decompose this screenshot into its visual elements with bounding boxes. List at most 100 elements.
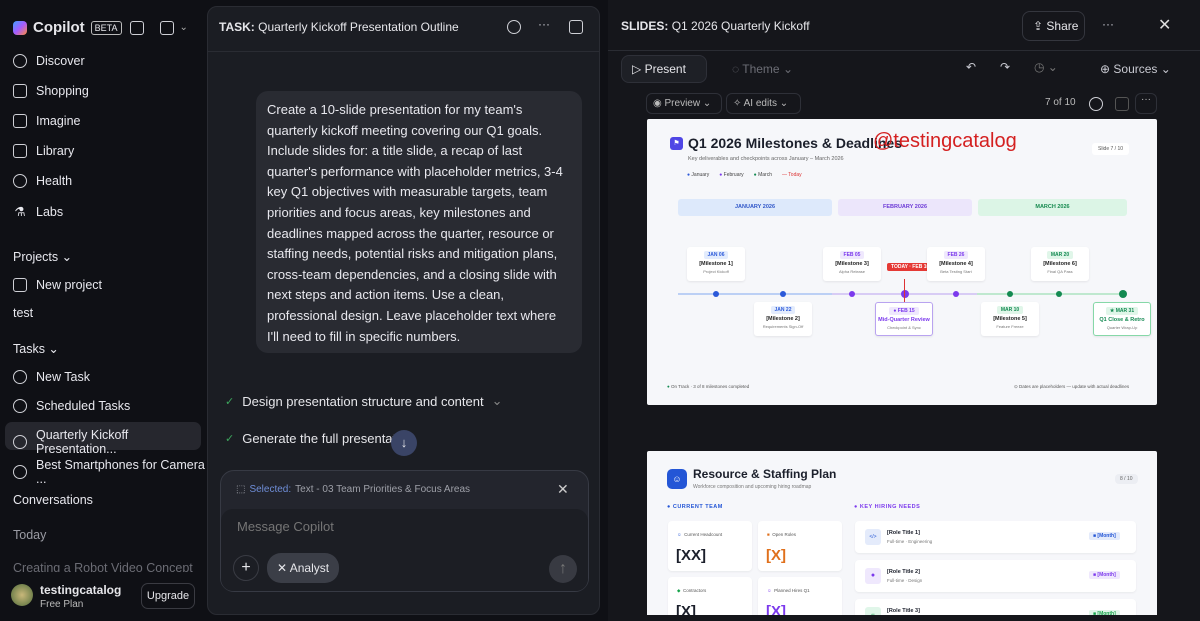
milestone-date: FEB 05 — [840, 251, 865, 259]
milestone-desc: Beta Testing Start — [927, 269, 985, 274]
slide-7[interactable]: ⚑ Q1 2026 Milestones & Deadlines @testin… — [647, 119, 1157, 405]
month-header-january: JANUARY 2026 — [678, 199, 832, 216]
watermark: @testingcatalog — [873, 130, 1017, 153]
legend-today: — Today — [782, 172, 802, 178]
role-month: ■ [Month] — [1089, 532, 1120, 540]
milestone-date: ★ MAR 31 — [1106, 307, 1138, 315]
close-icon[interactable]: ✕ — [1158, 15, 1171, 35]
message-area: + ✕ Analyst ↑ — [221, 509, 588, 591]
heart-icon — [13, 174, 27, 188]
nav-shopping[interactable]: Shopping — [13, 84, 89, 98]
theme-button[interactable]: ◌ Theme ⌄ — [732, 62, 793, 76]
milestone-desc: Quarter Wrap-Up — [1094, 325, 1150, 330]
stat-card: ☺ Current Headcount[XX] — [668, 521, 752, 571]
stat-label: Contractors — [683, 588, 706, 593]
nav-discover[interactable]: Discover — [13, 54, 85, 68]
undo-icon[interactable]: ↶ — [966, 60, 976, 74]
nav-label: Library — [36, 144, 74, 158]
milestone-date: MAR 20 — [1047, 251, 1073, 259]
milestone-card-highlight[interactable]: ★ MAR 31Q1 Close & RetroQuarter Wrap-Up — [1093, 302, 1151, 336]
slide-badge: 8 / 10 — [1115, 474, 1138, 484]
message-input[interactable] — [237, 519, 567, 534]
milestone-date: MAR 10 — [997, 306, 1023, 314]
notes-icon[interactable] — [1115, 97, 1129, 111]
share-button[interactable]: ⇪ Share — [1022, 11, 1085, 41]
role-sub: Full-time · Engineering — [887, 539, 932, 544]
new-task-button[interactable]: New Task — [13, 370, 90, 384]
send-button[interactable]: ↑ — [549, 555, 577, 583]
task-item[interactable]: Quarterly Kickoff Presentation... — [13, 428, 206, 456]
share-label: Share — [1046, 19, 1078, 33]
sources-button[interactable]: ⊕ Sources ⌄ — [1100, 62, 1171, 76]
flag-icon: ⚑ — [670, 137, 683, 150]
add-button[interactable]: + — [233, 555, 259, 581]
role-card: </>[Role Title 1]Full-time · Engineering… — [855, 521, 1136, 553]
milestone-card[interactable]: FEB 05[Milestone 3]Alpha Release — [823, 247, 881, 281]
new-project-button[interactable]: New project — [13, 278, 102, 292]
nav-health[interactable]: Health — [13, 174, 72, 188]
task-title-text: Quarterly Kickoff Presentation Outline — [258, 20, 459, 34]
milestone-desc: Alpha Release — [823, 269, 881, 274]
milestone-card[interactable]: FEB 26[Milestone 4]Beta Testing Start — [927, 247, 985, 281]
nav-label: Imagine — [36, 114, 80, 128]
milestone-card-highlight[interactable]: ● FEB 15Mid-Quarter ReviewCheckpoint & S… — [875, 302, 933, 336]
nav-library[interactable]: Library — [13, 144, 74, 158]
milestone-card[interactable]: JAN 22[Milestone 2]Requirements Sign-Off — [754, 302, 812, 336]
user-prompt: Create a 10-slide presentation for my te… — [256, 91, 582, 353]
new-chat-icon[interactable] — [160, 21, 174, 35]
more-icon[interactable]: ··· — [538, 17, 550, 31]
panel-bottom-edge — [608, 615, 1200, 621]
milestone-name: [Milestone 4] — [927, 261, 985, 267]
selection-info: ⬚Selected:Text - 03 Team Priorities & Fo… — [236, 484, 470, 495]
sidebar-toggle-icon[interactable] — [130, 21, 144, 35]
remove-chip-icon[interactable]: ✕ — [277, 561, 290, 575]
check-circle-icon — [13, 435, 27, 449]
slide-8[interactable]: ☺ Resource & Staffing Plan Workforce com… — [647, 451, 1157, 621]
milestone-card[interactable]: JAN 06[Milestone 1]Project Kickoff — [687, 247, 745, 281]
milestone-dot — [953, 291, 959, 297]
clear-selection-icon[interactable]: ✕ — [557, 481, 569, 498]
check-circle-icon[interactable] — [1089, 97, 1103, 111]
milestone-card[interactable]: MAR 10[Milestone 5]Feature Freeze — [981, 302, 1039, 336]
projects-header[interactable]: Projects ⌄ — [13, 249, 72, 264]
task-item[interactable]: Best Smartphones for Camera ... — [13, 458, 206, 486]
scheduled-tasks[interactable]: Scheduled Tasks — [13, 399, 130, 413]
redo-icon[interactable]: ↷ — [1000, 60, 1010, 74]
stat-label: Current Headcount — [684, 532, 722, 537]
nav-imagine[interactable]: Imagine — [13, 114, 80, 128]
analyst-chip[interactable]: ✕ Analyst — [267, 553, 339, 583]
present-button[interactable]: ▷ Present — [621, 55, 707, 83]
chevron-down-icon[interactable]: ⌄ — [180, 22, 188, 33]
nav-labs[interactable]: ⚗Labs — [13, 204, 63, 219]
project-test[interactable]: test — [13, 306, 33, 320]
milestone-dot — [1056, 291, 1062, 297]
milestone-dot — [1007, 291, 1013, 297]
preview-dropdown[interactable]: ◉ Preview ⌄ — [646, 93, 722, 114]
step-item[interactable]: ✓Design presentation structure and conte… — [225, 393, 503, 409]
scroll-down-button[interactable]: ↓ — [391, 430, 417, 456]
milestone-desc: Final QA Pass — [1031, 269, 1089, 274]
avatar[interactable] — [11, 584, 33, 606]
tasks-header[interactable]: Tasks ⌄ — [13, 341, 59, 356]
milestone-name: [Milestone 6] — [1031, 261, 1089, 267]
history-icon[interactable] — [507, 20, 521, 34]
version-history-icon[interactable]: ◷ ⌄ — [1034, 60, 1058, 74]
stat-value: [X] — [766, 547, 786, 564]
role-title: [Role Title 1] — [887, 530, 920, 536]
slide-more-button[interactable]: ··· — [1135, 93, 1157, 114]
hiring-text: KEY HIRING NEEDS — [860, 504, 920, 510]
slide-subtitle: Key deliverables and checkpoints across … — [688, 156, 844, 162]
clock-icon — [13, 399, 27, 413]
panel-toggle-icon[interactable] — [569, 20, 583, 34]
upgrade-button[interactable]: Upgrade — [141, 583, 195, 609]
milestone-name: Mid-Quarter Review — [876, 317, 932, 323]
milestone-card[interactable]: MAR 20 [Milestone 6] Final QA Pass — [1031, 247, 1089, 281]
brand: Copilot — [33, 19, 85, 36]
more-icon[interactable]: ··· — [1102, 17, 1114, 31]
chevron-down-icon: ⌄ — [492, 393, 503, 409]
task-label: Quarterly Kickoff Presentation... — [36, 428, 206, 456]
milestone-desc: Requirements Sign-Off — [754, 324, 812, 329]
ai-edits-dropdown[interactable]: ✧ AI edits ⌄ — [726, 93, 801, 114]
user-plan: Free Plan — [40, 599, 83, 610]
task-prefix: TASK: — [219, 20, 255, 34]
